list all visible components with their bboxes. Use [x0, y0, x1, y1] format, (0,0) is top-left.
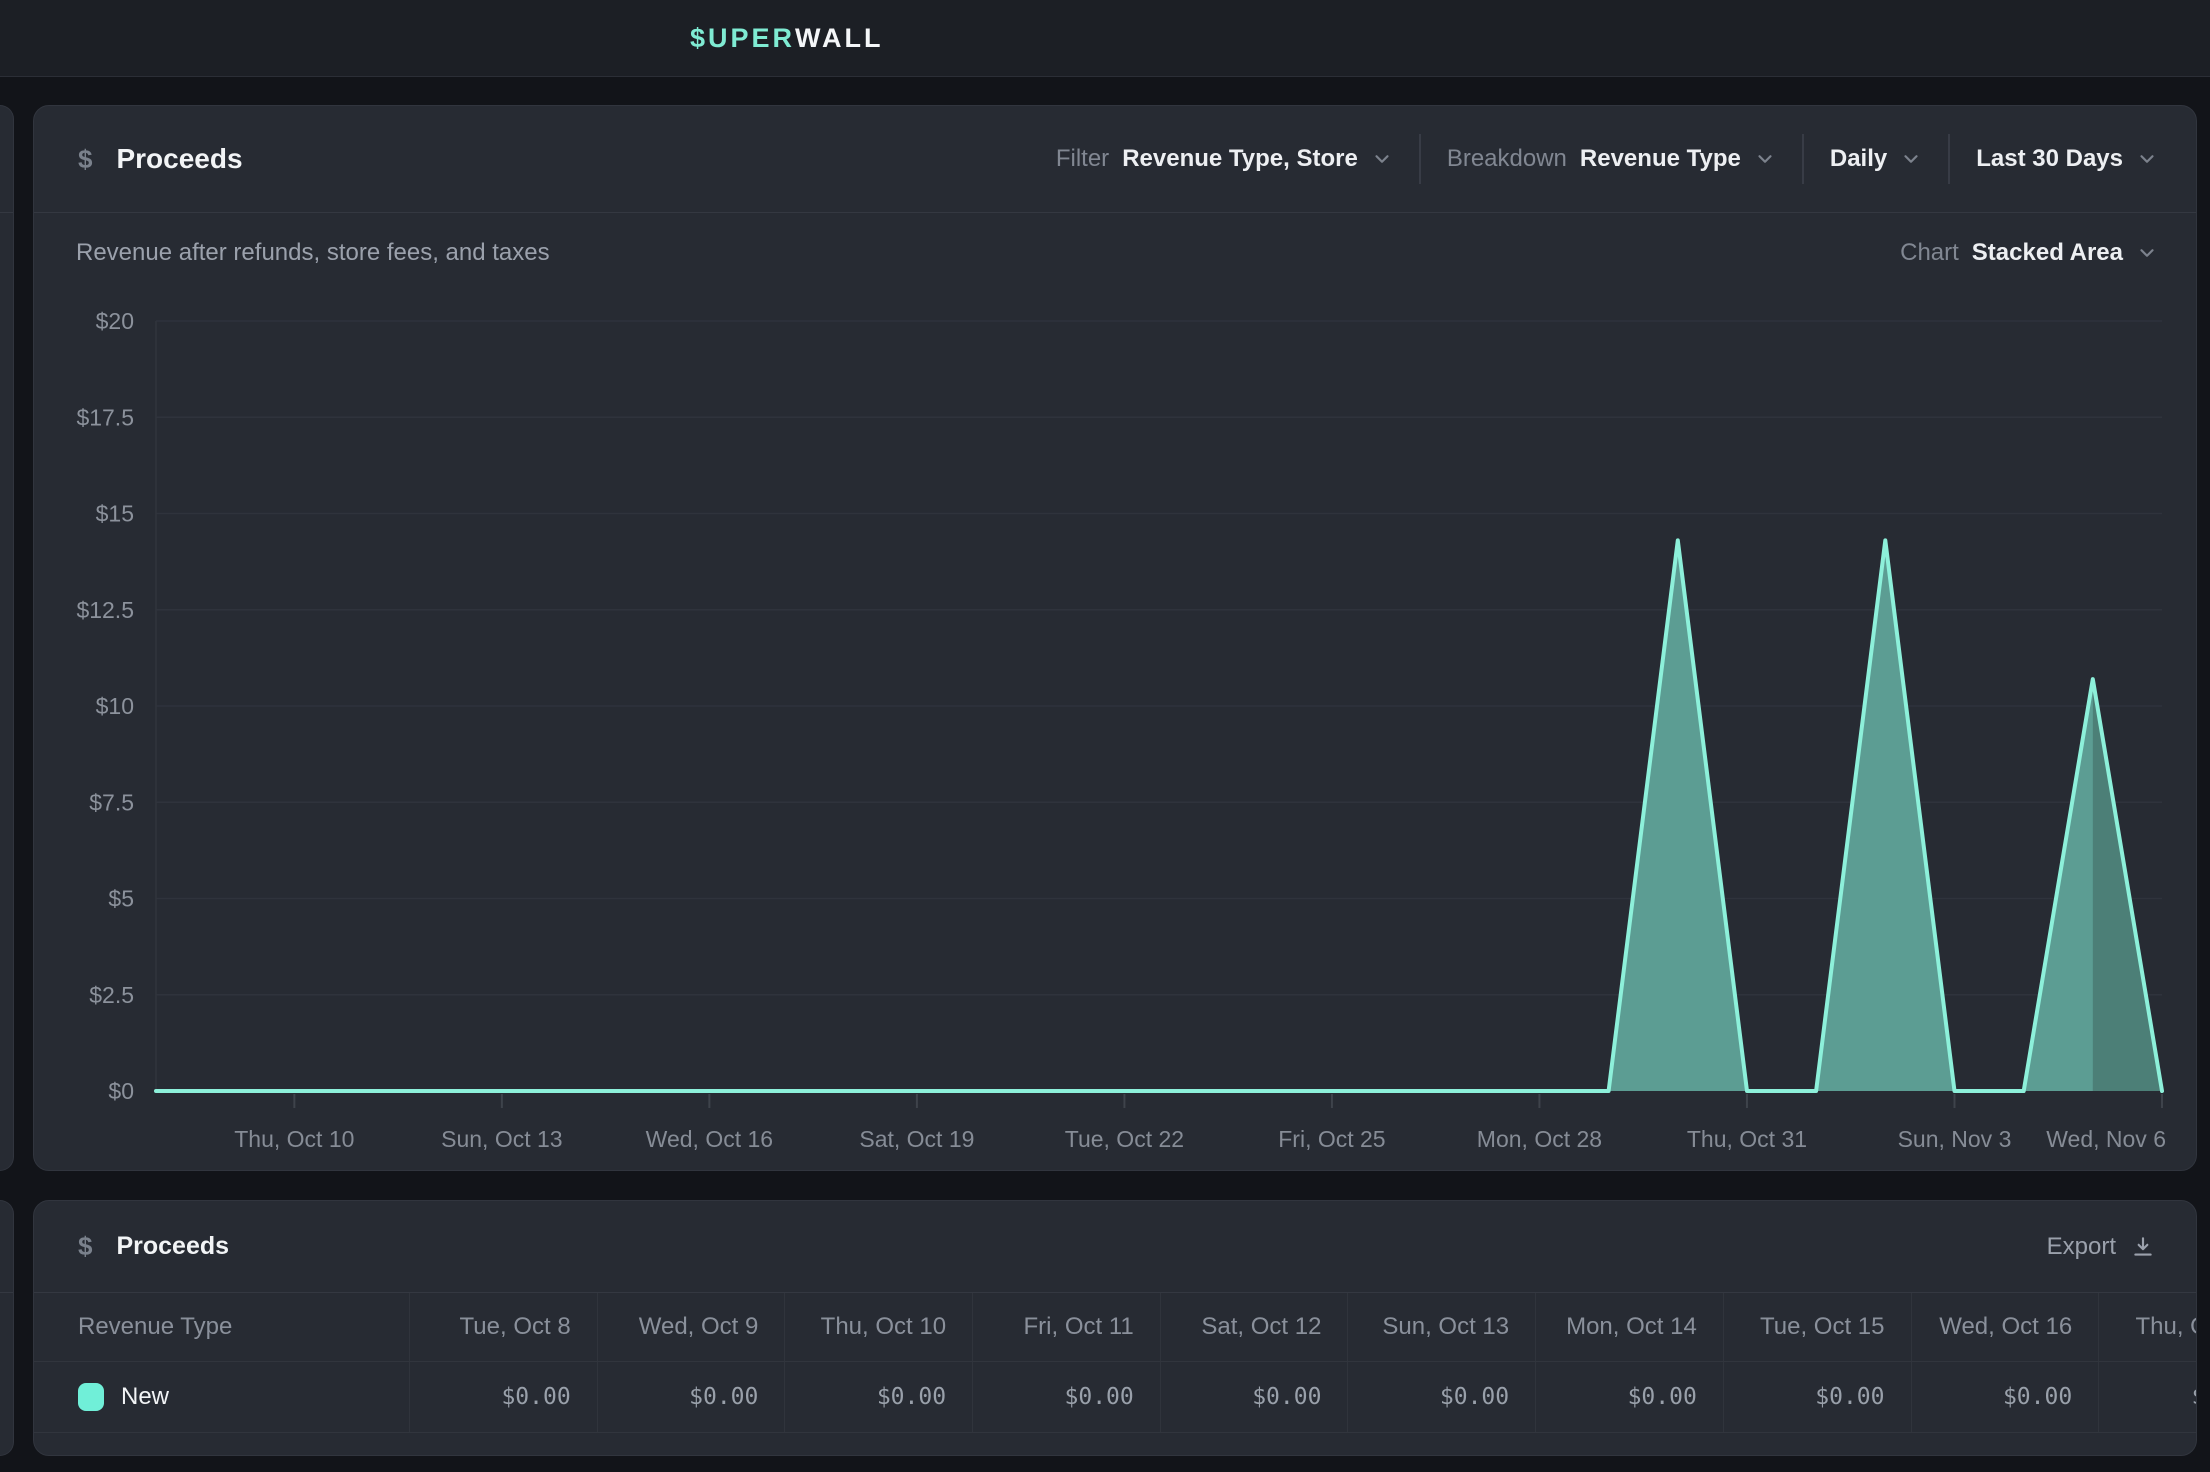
dollar-icon: $	[78, 1231, 92, 1262]
chevron-down-icon	[1900, 148, 1922, 170]
table-value-cell: $0.00	[1161, 1362, 1349, 1432]
table-card-header: $ Proceeds Export	[34, 1201, 2196, 1293]
date-range-value: Last 30 Days	[1976, 145, 2123, 173]
table-header-row: Revenue TypeTue, Oct 8Wed, Oct 9Thu, Oct…	[34, 1293, 2196, 1362]
proceeds-chart-card: $ Proceeds Filter Revenue Type, Store Br…	[33, 105, 2197, 1171]
x-axis-label: Wed, Oct 16	[646, 1126, 773, 1152]
table-header-date: Wed, Oct 16	[1912, 1293, 2100, 1361]
proceeds-area-chart: $0 $2.5 $5 $7.5 $10 $12.5 $15 $17.5 $20 Thu, Oct …	[34, 213, 2197, 1171]
y-axis-label: $2.5	[89, 982, 134, 1008]
table-value-cell: $0.00	[1536, 1362, 1724, 1432]
logo-rest-text: WALL	[795, 23, 883, 54]
table-value-cell: $0.00	[598, 1362, 786, 1432]
download-icon	[2130, 1234, 2156, 1260]
table-value-cell: $0.00	[973, 1362, 1161, 1432]
table-header-date: Mon, Oct 14	[1536, 1293, 1724, 1361]
series-swatch-icon	[78, 1383, 104, 1411]
x-axis-label: Wed, Nov 6	[2046, 1126, 2166, 1152]
proceeds-table: Revenue TypeTue, Oct 8Wed, Oct 9Thu, Oct…	[34, 1293, 2196, 1433]
date-range-dropdown[interactable]: Last 30 Days	[1976, 145, 2158, 173]
page: $UPERWALL $ Proceeds Filter Revenue Type…	[0, 0, 2210, 1472]
x-axis-label: Mon, Oct 28	[1477, 1126, 1602, 1152]
chart-card-header: $ Proceeds Filter Revenue Type, Store Br…	[34, 106, 2196, 213]
chevron-down-icon	[1371, 148, 1393, 170]
chevron-down-icon	[1754, 148, 1776, 170]
table-header-date: Thu, Oct 17	[2099, 1293, 2197, 1361]
granularity-value: Daily	[1830, 145, 1887, 173]
table-header-date: Tue, Oct 8	[410, 1293, 598, 1361]
divider	[1419, 134, 1421, 184]
breakdown-value: Revenue Type	[1580, 145, 1741, 173]
x-axis-label: Fri, Oct 25	[1278, 1126, 1385, 1152]
table-row: New$0.00$0.00$0.00$0.00$0.00$0.00$0.00$0…	[34, 1362, 2196, 1433]
chart-section: Revenue after refunds, store fees, and t…	[34, 213, 2196, 1171]
table-value-cell: $0.00	[1912, 1362, 2100, 1432]
chevron-down-icon	[2136, 148, 2158, 170]
adjacent-card-edge-bottom	[0, 1200, 14, 1456]
x-axis-label: Thu, Oct 31	[1687, 1126, 1807, 1152]
y-axis-label: $20	[96, 308, 134, 334]
chart-card-title: Proceeds	[116, 143, 242, 175]
y-axis-label: $17.5	[76, 404, 134, 430]
table-header-date: Sat, Oct 12	[1161, 1293, 1349, 1361]
x-axis-label: Tue, Oct 22	[1065, 1126, 1184, 1152]
table-value-cell: $0.00	[1724, 1362, 1912, 1432]
table-header-date: Tue, Oct 15	[1724, 1293, 1912, 1361]
filter-bar: Filter Revenue Type, Store Breakdown Rev…	[1056, 134, 2158, 184]
table-header-date: Fri, Oct 11	[973, 1293, 1161, 1361]
y-axis-label: $7.5	[89, 789, 134, 815]
series-name: New	[121, 1383, 169, 1411]
table-card-title: Proceeds	[116, 1232, 229, 1261]
y-axis-label: $0	[108, 1078, 134, 1104]
breakdown-label: Breakdown	[1447, 145, 1567, 173]
table-value-cell: $0.00	[785, 1362, 973, 1432]
top-navbar: $UPERWALL	[0, 0, 2210, 77]
table-header-date: Thu, Oct 10	[785, 1293, 973, 1361]
table-value-cell: $0.00	[1348, 1362, 1536, 1432]
adjacent-card-edge-top	[0, 105, 14, 1171]
table-header-date: Sun, Oct 13	[1348, 1293, 1536, 1361]
x-axis-label: Sat, Oct 19	[859, 1126, 974, 1152]
table-value-cell: $0.00	[410, 1362, 598, 1432]
export-label: Export	[2047, 1233, 2116, 1261]
y-axis-label: $12.5	[76, 597, 134, 623]
divider	[1802, 134, 1804, 184]
proceeds-table-card: $ Proceeds Export Revenue TypeTue, Oct 8…	[33, 1200, 2197, 1456]
table-value-cell: $0.00	[2099, 1362, 2197, 1432]
divider	[1948, 134, 1950, 184]
table-row-label-cell: New	[34, 1362, 410, 1432]
filter-value: Revenue Type, Store	[1122, 145, 1358, 173]
table-card-title-group: $ Proceeds	[78, 1231, 229, 1262]
breakdown-dropdown[interactable]: Breakdown Revenue Type	[1447, 145, 1776, 173]
table-header-date: Wed, Oct 9	[598, 1293, 786, 1361]
x-axis-label: Sun, Oct 13	[441, 1126, 562, 1152]
superwall-logo[interactable]: $UPERWALL	[690, 0, 884, 76]
table-header-revenue-type: Revenue Type	[34, 1293, 410, 1361]
y-axis-label: $15	[96, 501, 134, 527]
granularity-dropdown[interactable]: Daily	[1830, 145, 1922, 173]
y-axis-label: $5	[108, 886, 134, 912]
x-axis-label: Sun, Nov 3	[1898, 1126, 2012, 1152]
filter-label: Filter	[1056, 145, 1109, 173]
export-button[interactable]: Export	[2047, 1233, 2156, 1261]
logo-accent-text: $UPER	[690, 23, 795, 54]
x-axis-label: Thu, Oct 10	[234, 1126, 354, 1152]
y-axis-label: $10	[96, 693, 134, 719]
chart-card-title-group: $ Proceeds	[78, 143, 243, 175]
dollar-icon: $	[78, 144, 92, 175]
filter-dropdown[interactable]: Filter Revenue Type, Store	[1056, 145, 1393, 173]
area-fill	[156, 540, 2162, 1091]
